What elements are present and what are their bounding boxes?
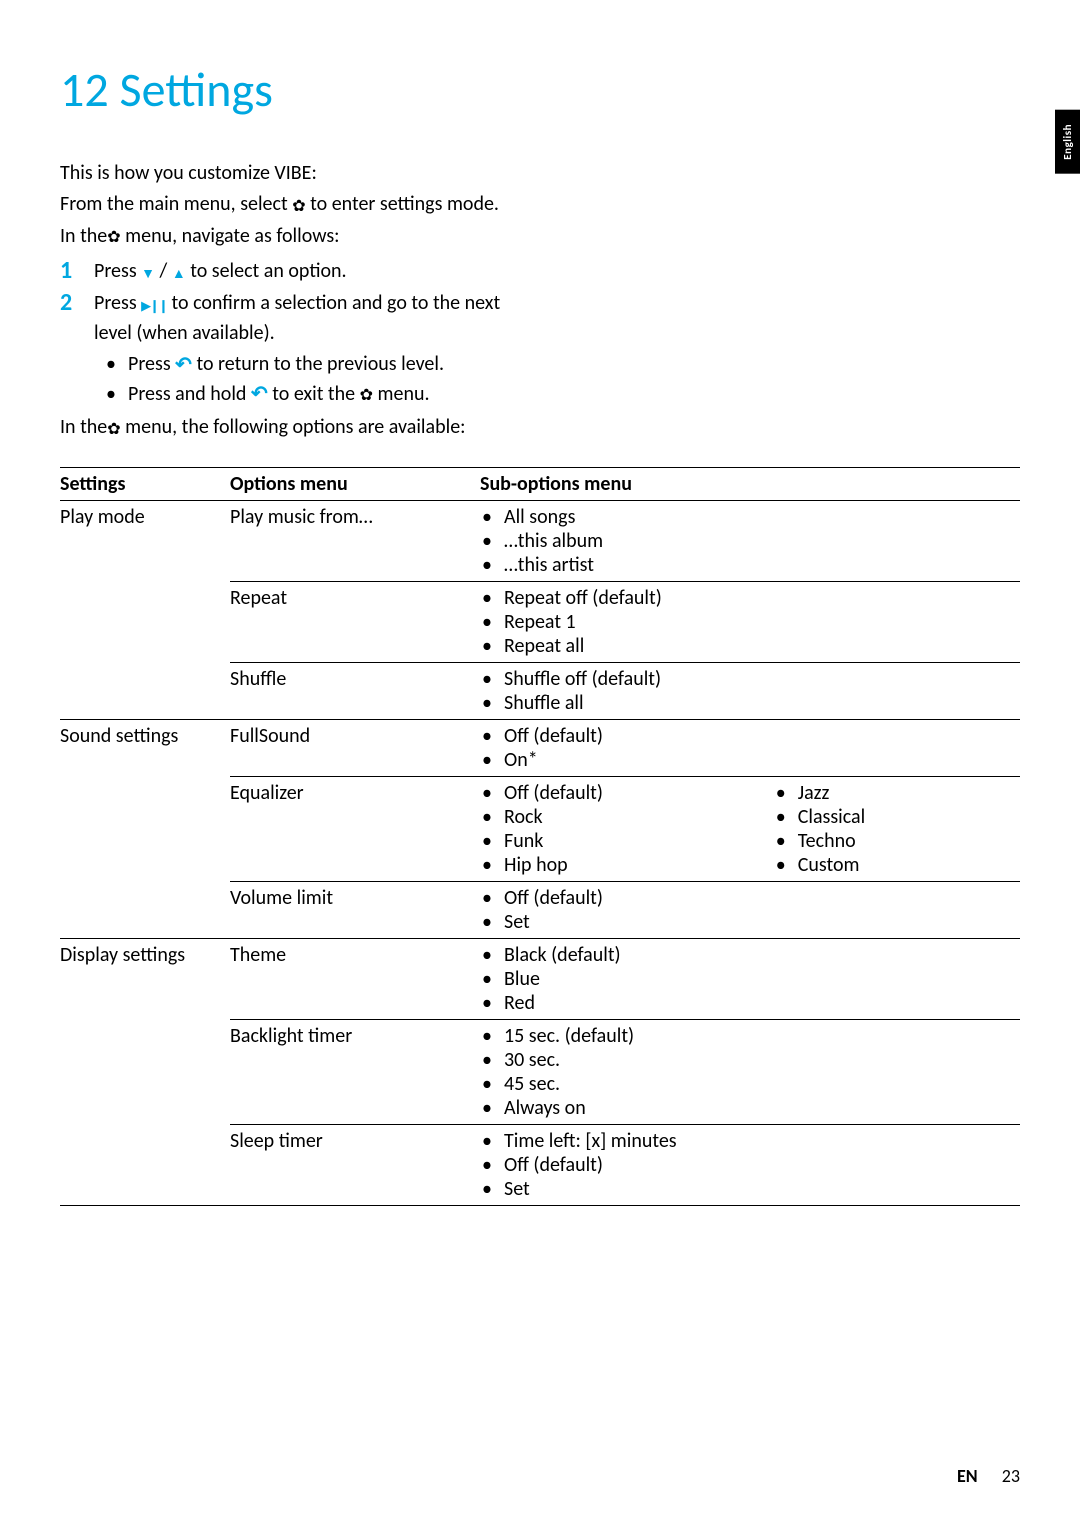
back-icon	[251, 380, 268, 409]
gear-icon	[360, 380, 373, 409]
sub-option: Off (default)	[480, 1153, 1014, 1177]
sub-option: …this artist	[480, 553, 1014, 577]
settings-cell: Sound settings	[60, 720, 230, 777]
page-footer: EN 23	[957, 1465, 1020, 1487]
sub-options-cell: 15 sec. (default)30 sec.45 sec.Always on	[480, 1020, 1020, 1125]
option-cell: Sleep timer	[230, 1125, 480, 1206]
sub-option: Red	[480, 991, 1014, 1015]
sub-option: 45 sec.	[480, 1072, 1014, 1096]
sub-option: Blue	[480, 967, 1014, 991]
sub-option: Set	[480, 910, 1014, 934]
sub-options-cell: Off (default)RockFunkHip hop JazzClassica…	[480, 777, 1020, 882]
down-icon	[141, 258, 155, 287]
sub-option: Funk	[480, 829, 774, 853]
sub-option: Always on	[480, 1096, 1014, 1120]
option-cell: Volume limit	[230, 882, 480, 939]
table-row: ShuffleShuffle off (default)Shuffle all	[60, 663, 1020, 720]
play-pause-icon	[141, 290, 167, 319]
back-icon	[175, 351, 192, 380]
th-settings: Settings	[60, 468, 230, 501]
intro-line-3: In the menu, navigate as follows:	[60, 222, 520, 252]
sub-options-cell: Off (default)Set	[480, 882, 1020, 939]
step-2: 2 Press to confirm a selection and go to…	[60, 289, 520, 348]
sub-option: On*	[480, 748, 1014, 772]
sub-option: 15 sec. (default)	[480, 1024, 1014, 1048]
step-1: 1 Press / to select an option.	[60, 257, 520, 287]
language-tab: English	[1055, 110, 1080, 174]
table-row: EqualizerOff (default)RockFunkHip hop Jaz…	[60, 777, 1020, 882]
option-cell: Backlight timer	[230, 1020, 480, 1125]
settings-table: Settings Options menu Sub-options menu P…	[60, 467, 1020, 1206]
sub-option: Off (default)	[480, 781, 774, 805]
sub-option: Off (default)	[480, 886, 1014, 910]
sub-option: Repeat 1	[480, 610, 1014, 634]
sub-option: All songs	[480, 505, 1014, 529]
sub-options-cell: Off (default)On*	[480, 720, 1020, 777]
up-icon	[172, 258, 186, 287]
sub-option: Techno	[774, 829, 1014, 853]
settings-cell	[60, 582, 230, 663]
table-row: Sleep timerTime left: [x] minutesOff (de…	[60, 1125, 1020, 1206]
settings-cell	[60, 882, 230, 939]
settings-cell	[60, 1125, 230, 1206]
option-cell: Theme	[230, 939, 480, 1020]
sub-options-cell: All songs…this album…this artist	[480, 501, 1020, 582]
gear-icon	[107, 414, 120, 443]
settings-cell: Play mode	[60, 501, 230, 582]
settings-cell	[60, 1020, 230, 1125]
sub-option: …this album	[480, 529, 1014, 553]
sub-options-cell: Black (default)BlueRed	[480, 939, 1020, 1020]
sub-options-cell: Time left: [x] minutesOff (default)Set	[480, 1125, 1020, 1206]
th-sub: Sub-options menu	[480, 468, 1020, 501]
step-number: 2	[60, 289, 94, 318]
closing-line: In the menu, the following options are a…	[60, 413, 520, 443]
option-cell: Equalizer	[230, 777, 480, 882]
sub-option: Black (default)	[480, 943, 1014, 967]
sub-option: Classical	[774, 805, 1014, 829]
footer-page: 23	[1002, 1465, 1020, 1487]
sub-options-cell: Shuffle off (default)Shuffle all	[480, 663, 1020, 720]
sub-option: Jazz	[774, 781, 1014, 805]
footer-lang: EN	[957, 1465, 978, 1487]
table-row: Backlight timer15 sec. (default)30 sec.4…	[60, 1020, 1020, 1125]
sub-option: Shuffle off (default)	[480, 667, 1014, 691]
sub-option: Set	[480, 1177, 1014, 1201]
sub-option: 30 sec.	[480, 1048, 1014, 1072]
intro-line-2: From the main menu, select to enter sett…	[60, 190, 520, 220]
settings-cell	[60, 663, 230, 720]
sub-bullet-1: • Press to return to the previous level.	[94, 350, 520, 380]
sub-option: Hip hop	[480, 853, 774, 877]
table-row: Play modePlay music from…All songs…this …	[60, 501, 1020, 582]
option-cell: Play music from…	[230, 501, 480, 582]
table-row: Volume limitOff (default)Set	[60, 882, 1020, 939]
sub-option: Time left: [x] minutes	[480, 1129, 1014, 1153]
option-cell: Shuffle	[230, 663, 480, 720]
intro-block: This is how you customize VIBE: From the…	[60, 159, 520, 443]
th-options: Options menu	[230, 468, 480, 501]
sub-option: Shuffle all	[480, 691, 1014, 715]
step-number: 1	[60, 257, 94, 286]
sub-option: Repeat all	[480, 634, 1014, 658]
option-cell: FullSound	[230, 720, 480, 777]
sub-option: Off (default)	[480, 724, 1014, 748]
option-cell: Repeat	[230, 582, 480, 663]
table-row: Display settingsThemeBlack (default)Blue…	[60, 939, 1020, 1020]
settings-cell: Display settings	[60, 939, 230, 1020]
page-title: 12 Settings	[60, 60, 1020, 119]
sub-options-cell: Repeat off (default)Repeat 1Repeat all	[480, 582, 1020, 663]
sub-option: Custom	[774, 853, 1014, 877]
table-row: RepeatRepeat off (default)Repeat 1Repeat…	[60, 582, 1020, 663]
settings-cell	[60, 777, 230, 882]
table-row: Sound settingsFullSoundOff (default)On*	[60, 720, 1020, 777]
gear-icon	[107, 222, 120, 251]
gear-icon	[292, 191, 305, 220]
intro-line-1: This is how you customize VIBE:	[60, 159, 520, 188]
sub-option: Repeat off (default)	[480, 586, 1014, 610]
sub-bullet-2: • Press and hold to exit the menu.	[94, 380, 520, 410]
sub-option: Rock	[480, 805, 774, 829]
